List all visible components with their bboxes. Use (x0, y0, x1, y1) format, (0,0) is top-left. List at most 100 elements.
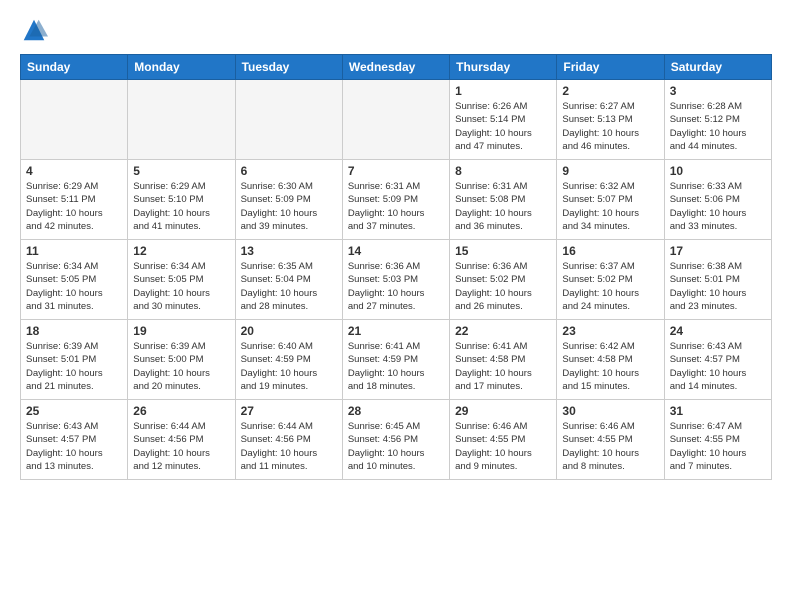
calendar-cell: 31Sunrise: 6:47 AM Sunset: 4:55 PM Dayli… (664, 400, 771, 480)
day-info: Sunrise: 6:44 AM Sunset: 4:56 PM Dayligh… (241, 420, 337, 473)
day-info: Sunrise: 6:27 AM Sunset: 5:13 PM Dayligh… (562, 100, 658, 153)
calendar-cell: 1 Sunrise: 6:26 AM Sunset: 5:14 PM Daylig… (450, 80, 557, 160)
calendar-cell: 23 Sunrise: 6:42 AM Sunset: 4:58 PM Dayli… (557, 320, 664, 400)
day-number: 16 (562, 244, 658, 258)
day-number: 24 (670, 324, 766, 338)
day-info: Sunrise: 6:28 AM Sunset: 5:12 PM Dayligh… (670, 100, 766, 153)
day-number: 20 (241, 324, 337, 338)
day-info: Sunrise: 6:31 AM Sunset: 5:09 PM Dayligh… (348, 180, 444, 233)
calendar-cell: 6 Sunrise: 6:30 AM Sunset: 5:09 PM Daylig… (235, 160, 342, 240)
day-info: Sunrise: 6:40 AM Sunset: 4:59 PM Dayligh… (241, 340, 337, 393)
page: SundayMondayTuesdayWednesdayThursdayFrid… (0, 0, 792, 612)
day-number: 23 (562, 324, 658, 338)
day-info: Sunrise: 6:34 AM Sunset: 5:05 PM Dayligh… (133, 260, 229, 313)
calendar-cell: 7 Sunrise: 6:31 AM Sunset: 5:09 PM Daylig… (342, 160, 449, 240)
calendar-cell: 24 Sunrise: 6:43 AM Sunset: 4:57 PM Dayli… (664, 320, 771, 400)
calendar-cell: 4Sunrise: 6:29 AM Sunset: 5:11 PM Daylig… (21, 160, 128, 240)
calendar-cell: 20 Sunrise: 6:40 AM Sunset: 4:59 PM Dayli… (235, 320, 342, 400)
day-info: Sunrise: 6:32 AM Sunset: 5:07 PM Dayligh… (562, 180, 658, 233)
day-info: Sunrise: 6:29 AM Sunset: 5:10 PM Dayligh… (133, 180, 229, 233)
day-number: 27 (241, 404, 337, 418)
week-row-0: 1 Sunrise: 6:26 AM Sunset: 5:14 PM Daylig… (21, 80, 772, 160)
calendar-cell: 9 Sunrise: 6:32 AM Sunset: 5:07 PM Daylig… (557, 160, 664, 240)
day-number: 30 (562, 404, 658, 418)
weekday-header-monday: Monday (128, 55, 235, 80)
day-number: 3 (670, 84, 766, 98)
day-info: Sunrise: 6:42 AM Sunset: 4:58 PM Dayligh… (562, 340, 658, 393)
day-info: Sunrise: 6:37 AM Sunset: 5:02 PM Dayligh… (562, 260, 658, 313)
day-number: 28 (348, 404, 444, 418)
day-info: Sunrise: 6:39 AM Sunset: 5:01 PM Dayligh… (26, 340, 122, 393)
calendar-cell: 26 Sunrise: 6:44 AM Sunset: 4:56 PM Dayli… (128, 400, 235, 480)
calendar-cell: 3 Sunrise: 6:28 AM Sunset: 5:12 PM Daylig… (664, 80, 771, 160)
weekday-header-row: SundayMondayTuesdayWednesdayThursdayFrid… (21, 55, 772, 80)
day-number: 15 (455, 244, 551, 258)
day-number: 13 (241, 244, 337, 258)
calendar-cell: 19 Sunrise: 6:39 AM Sunset: 5:00 PM Dayli… (128, 320, 235, 400)
header (20, 16, 772, 44)
week-row-2: 11 Sunrise: 6:34 AM Sunset: 5:05 PM Dayli… (21, 240, 772, 320)
day-number: 21 (348, 324, 444, 338)
weekday-header-sunday: Sunday (21, 55, 128, 80)
logo (20, 16, 52, 44)
day-info: Sunrise: 6:47 AM Sunset: 4:55 PM Dayligh… (670, 420, 766, 473)
week-row-4: 25 Sunrise: 6:43 AM Sunset: 4:57 PM Dayli… (21, 400, 772, 480)
calendar-cell: 16 Sunrise: 6:37 AM Sunset: 5:02 PM Dayli… (557, 240, 664, 320)
day-number: 8 (455, 164, 551, 178)
day-info: Sunrise: 6:43 AM Sunset: 4:57 PM Dayligh… (670, 340, 766, 393)
day-info: Sunrise: 6:30 AM Sunset: 5:09 PM Dayligh… (241, 180, 337, 233)
calendar-cell: 21Sunrise: 6:41 AM Sunset: 4:59 PM Dayli… (342, 320, 449, 400)
day-number: 5 (133, 164, 229, 178)
day-number: 7 (348, 164, 444, 178)
calendar-cell: 18Sunrise: 6:39 AM Sunset: 5:01 PM Dayli… (21, 320, 128, 400)
day-number: 6 (241, 164, 337, 178)
calendar-cell: 15 Sunrise: 6:36 AM Sunset: 5:02 PM Dayli… (450, 240, 557, 320)
calendar-cell: 13Sunrise: 6:35 AM Sunset: 5:04 PM Dayli… (235, 240, 342, 320)
logo-icon (20, 16, 48, 44)
weekday-header-thursday: Thursday (450, 55, 557, 80)
calendar-cell (342, 80, 449, 160)
day-info: Sunrise: 6:44 AM Sunset: 4:56 PM Dayligh… (133, 420, 229, 473)
day-info: Sunrise: 6:33 AM Sunset: 5:06 PM Dayligh… (670, 180, 766, 233)
weekday-header-friday: Friday (557, 55, 664, 80)
day-number: 11 (26, 244, 122, 258)
day-info: Sunrise: 6:34 AM Sunset: 5:05 PM Dayligh… (26, 260, 122, 313)
day-info: Sunrise: 6:36 AM Sunset: 5:02 PM Dayligh… (455, 260, 551, 313)
week-row-3: 18Sunrise: 6:39 AM Sunset: 5:01 PM Dayli… (21, 320, 772, 400)
day-number: 25 (26, 404, 122, 418)
day-info: Sunrise: 6:38 AM Sunset: 5:01 PM Dayligh… (670, 260, 766, 313)
day-number: 26 (133, 404, 229, 418)
day-info: Sunrise: 6:43 AM Sunset: 4:57 PM Dayligh… (26, 420, 122, 473)
day-info: Sunrise: 6:36 AM Sunset: 5:03 PM Dayligh… (348, 260, 444, 313)
day-number: 2 (562, 84, 658, 98)
calendar-cell: 8 Sunrise: 6:31 AM Sunset: 5:08 PM Daylig… (450, 160, 557, 240)
day-info: Sunrise: 6:31 AM Sunset: 5:08 PM Dayligh… (455, 180, 551, 233)
calendar-cell: 2 Sunrise: 6:27 AM Sunset: 5:13 PM Daylig… (557, 80, 664, 160)
day-info: Sunrise: 6:45 AM Sunset: 4:56 PM Dayligh… (348, 420, 444, 473)
calendar-cell: 5 Sunrise: 6:29 AM Sunset: 5:10 PM Daylig… (128, 160, 235, 240)
day-number: 17 (670, 244, 766, 258)
day-info: Sunrise: 6:26 AM Sunset: 5:14 PM Dayligh… (455, 100, 551, 153)
calendar-cell: 14Sunrise: 6:36 AM Sunset: 5:03 PM Dayli… (342, 240, 449, 320)
day-number: 10 (670, 164, 766, 178)
day-info: Sunrise: 6:39 AM Sunset: 5:00 PM Dayligh… (133, 340, 229, 393)
day-number: 29 (455, 404, 551, 418)
day-info: Sunrise: 6:46 AM Sunset: 4:55 PM Dayligh… (455, 420, 551, 473)
week-row-1: 4Sunrise: 6:29 AM Sunset: 5:11 PM Daylig… (21, 160, 772, 240)
weekday-header-wednesday: Wednesday (342, 55, 449, 80)
calendar-cell: 27 Sunrise: 6:44 AM Sunset: 4:56 PM Dayli… (235, 400, 342, 480)
day-number: 19 (133, 324, 229, 338)
calendar-cell: 25 Sunrise: 6:43 AM Sunset: 4:57 PM Dayli… (21, 400, 128, 480)
day-number: 1 (455, 84, 551, 98)
calendar-cell: 11 Sunrise: 6:34 AM Sunset: 5:05 PM Dayli… (21, 240, 128, 320)
calendar-cell: 28 Sunrise: 6:45 AM Sunset: 4:56 PM Dayli… (342, 400, 449, 480)
calendar: SundayMondayTuesdayWednesdayThursdayFrid… (20, 54, 772, 480)
calendar-cell: 29 Sunrise: 6:46 AM Sunset: 4:55 PM Dayli… (450, 400, 557, 480)
day-info: Sunrise: 6:41 AM Sunset: 4:58 PM Dayligh… (455, 340, 551, 393)
weekday-header-saturday: Saturday (664, 55, 771, 80)
calendar-cell: 12Sunrise: 6:34 AM Sunset: 5:05 PM Dayli… (128, 240, 235, 320)
day-number: 9 (562, 164, 658, 178)
day-info: Sunrise: 6:46 AM Sunset: 4:55 PM Dayligh… (562, 420, 658, 473)
calendar-cell (128, 80, 235, 160)
day-info: Sunrise: 6:29 AM Sunset: 5:11 PM Dayligh… (26, 180, 122, 233)
